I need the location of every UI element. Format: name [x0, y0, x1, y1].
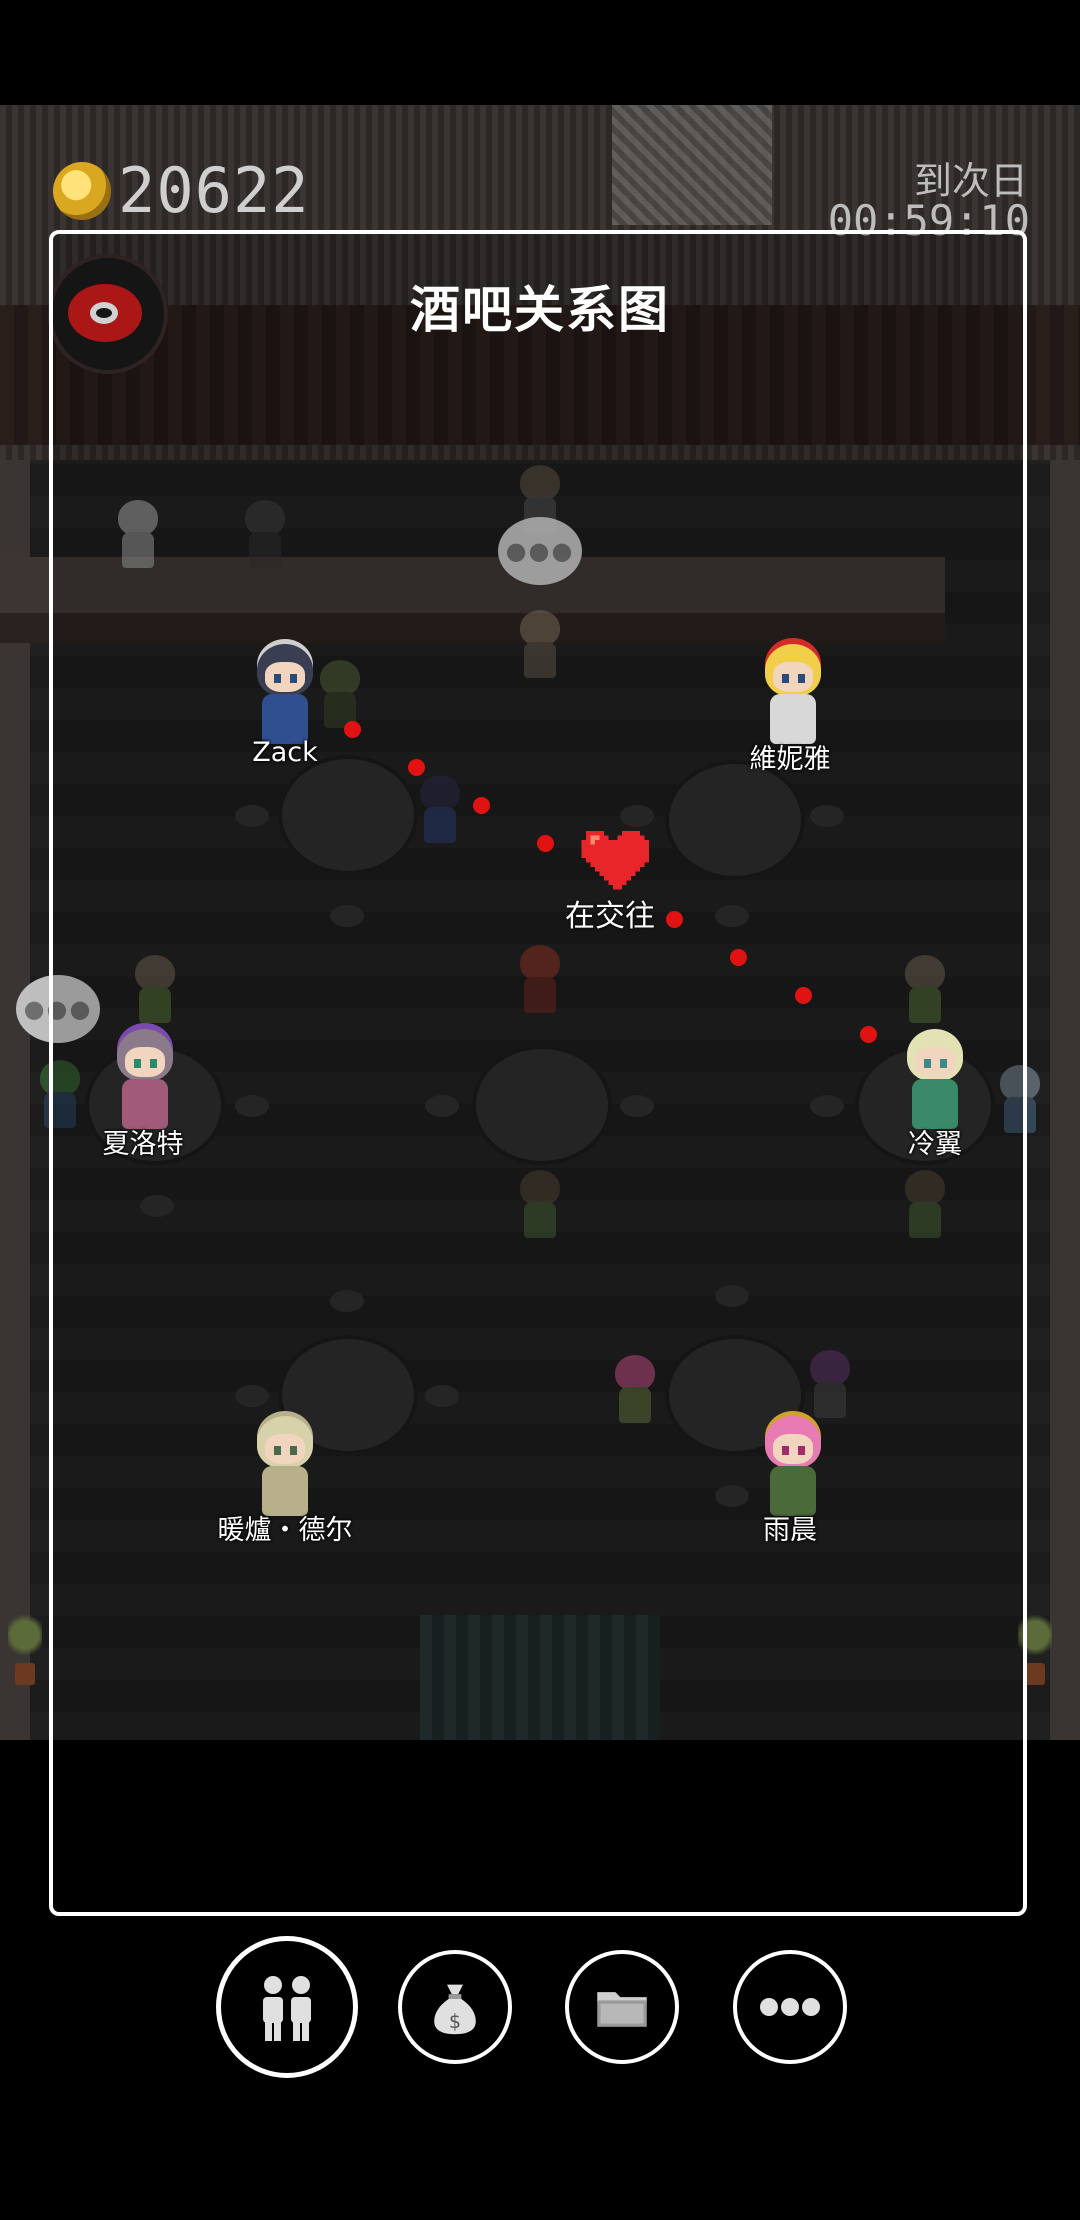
- relationship-map-button[interactable]: [216, 1936, 358, 2078]
- folder-icon: [597, 1992, 647, 2027]
- character-label: 冷翼: [908, 1129, 962, 1160]
- character-yuchen[interactable]: [748, 1412, 838, 1522]
- folder-button[interactable]: [565, 1950, 679, 2064]
- money-bag-icon: $: [434, 1984, 476, 2035]
- character-charlotte[interactable]: [100, 1025, 190, 1135]
- character-nuanlu[interactable]: [240, 1412, 330, 1522]
- character-label: 夏洛特: [102, 1129, 184, 1160]
- more-icon: [760, 1998, 820, 2016]
- relation-dot: [795, 987, 812, 1004]
- character-label: Zack: [252, 737, 318, 768]
- relation-dot: [730, 949, 747, 966]
- more-button[interactable]: [733, 1950, 847, 2064]
- relation-dot: [860, 1026, 877, 1043]
- people-icon: [263, 1976, 311, 2041]
- character-zack[interactable]: [240, 640, 330, 750]
- gold-coin-icon: [53, 162, 111, 220]
- potted-plant: [0, 1615, 50, 1695]
- heart-icon-shape: [581, 830, 649, 890]
- left-wall: [0, 460, 30, 1740]
- crates: [612, 105, 772, 225]
- relation-dot: [473, 797, 490, 814]
- character-veniya[interactable]: [748, 640, 838, 750]
- panel-title: 酒吧关系图: [410, 281, 670, 339]
- relationship-status: 在交往: [565, 899, 655, 934]
- character-lengyi[interactable]: [890, 1025, 980, 1135]
- svg-text:$: $: [449, 2010, 461, 2033]
- relation-dot: [408, 759, 425, 776]
- right-wall: [1050, 460, 1080, 1740]
- relation-dot: [537, 835, 554, 852]
- heart-icon[interactable]: [577, 826, 649, 894]
- money-bag-button[interactable]: $: [398, 1950, 512, 2064]
- coin-count: 20622: [118, 154, 310, 227]
- relation-dot: [344, 721, 361, 738]
- character-label: 雨晨: [763, 1515, 817, 1546]
- relationship-map-panel: [49, 230, 1027, 1916]
- character-label: 維妮雅: [749, 744, 831, 775]
- character-label: 暖爐・德尔: [217, 1515, 353, 1546]
